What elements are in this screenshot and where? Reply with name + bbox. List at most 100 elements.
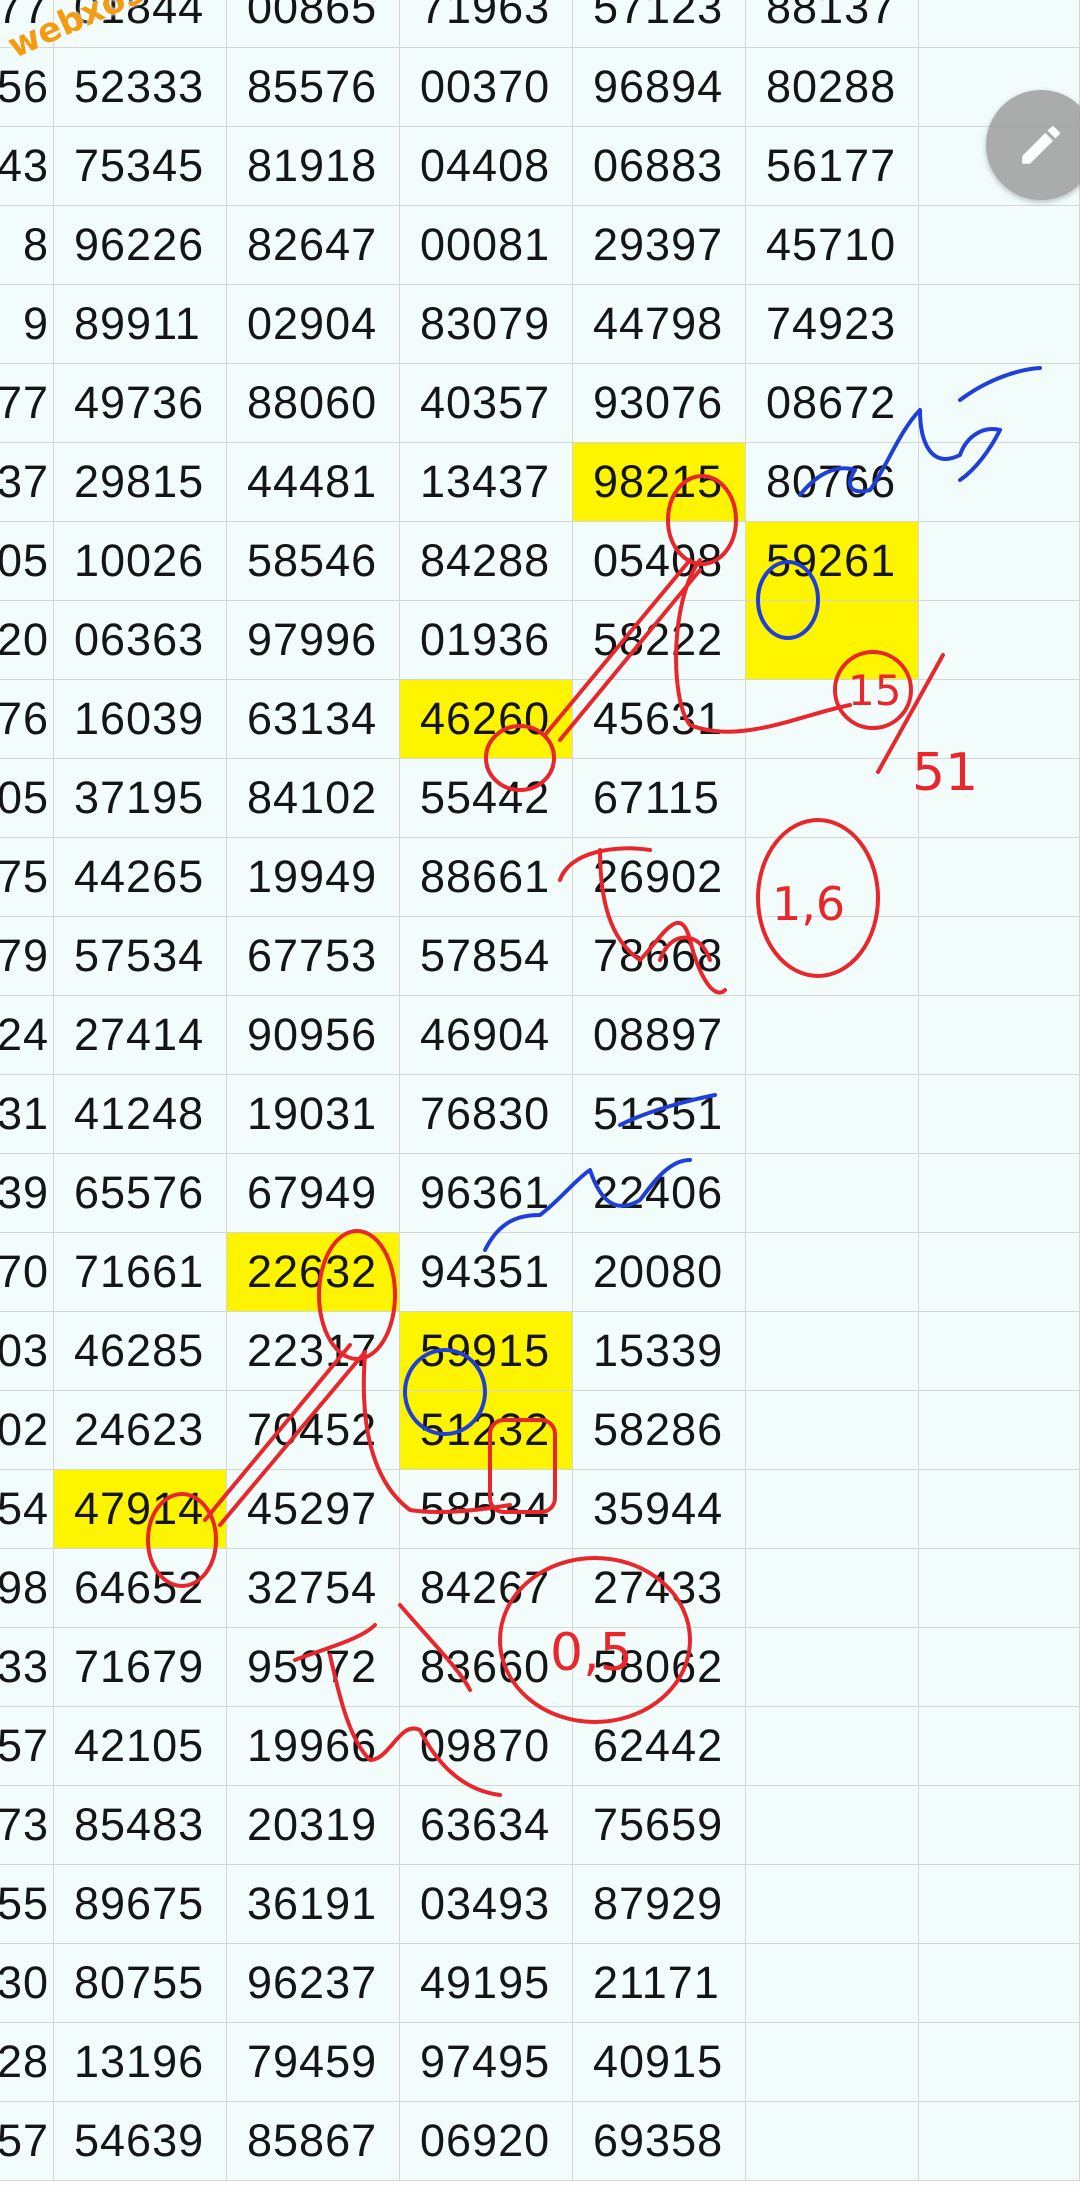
table-cell[interactable]: 22632 — [227, 1233, 400, 1312]
table-cell[interactable]: 27414 — [54, 996, 227, 1075]
table-cell[interactable] — [919, 1944, 1080, 2023]
table-cell[interactable]: 96361 — [400, 1154, 573, 1233]
table-cell[interactable]: 20 — [0, 601, 54, 680]
table-cell[interactable]: 02 — [0, 1391, 54, 1470]
table-cell[interactable] — [746, 1786, 919, 1865]
table-cell[interactable]: 95972 — [227, 1628, 400, 1707]
table-cell[interactable]: 70452 — [227, 1391, 400, 1470]
table-cell[interactable]: 57123 — [573, 0, 746, 48]
table-cell[interactable] — [919, 838, 1080, 917]
table-cell[interactable]: 58534 — [400, 1470, 573, 1549]
table-cell[interactable] — [746, 2102, 919, 2181]
table-cell[interactable]: 87929 — [573, 1865, 746, 1944]
table-cell[interactable]: 67115 — [573, 759, 746, 838]
table-cell[interactable]: 96894 — [573, 48, 746, 127]
table-cell[interactable]: 85867 — [227, 2102, 400, 2181]
table-cell[interactable]: 83660 — [400, 1628, 573, 1707]
table-cell[interactable]: 10026 — [54, 522, 227, 601]
table-cell[interactable]: 96226 — [54, 206, 227, 285]
table-cell[interactable]: 45710 — [746, 206, 919, 285]
table-cell[interactable] — [919, 996, 1080, 1075]
table-cell[interactable] — [919, 285, 1080, 364]
table-cell[interactable] — [919, 1075, 1080, 1154]
table-cell[interactable]: 54639 — [54, 2102, 227, 2181]
table-cell[interactable]: 83079 — [400, 285, 573, 364]
table-cell[interactable]: 06363 — [54, 601, 227, 680]
table-cell[interactable]: 57 — [0, 1707, 54, 1786]
table-cell[interactable]: 97495 — [400, 2023, 573, 2102]
table-cell[interactable]: 67753 — [227, 917, 400, 996]
table-cell[interactable]: 45297 — [227, 1470, 400, 1549]
table-cell[interactable] — [919, 1391, 1080, 1470]
table-cell[interactable] — [746, 1233, 919, 1312]
table-cell[interactable]: 58062 — [573, 1628, 746, 1707]
table-cell[interactable]: 90956 — [227, 996, 400, 1075]
table-cell[interactable] — [919, 522, 1080, 601]
table-cell[interactable] — [919, 1470, 1080, 1549]
table-cell[interactable] — [919, 759, 1080, 838]
table-cell[interactable]: 26902 — [573, 838, 746, 917]
table-cell[interactable]: 94351 — [400, 1233, 573, 1312]
table-cell[interactable] — [919, 1312, 1080, 1391]
table-cell[interactable] — [746, 1154, 919, 1233]
table-cell[interactable] — [919, 1786, 1080, 1865]
table-cell[interactable] — [919, 1865, 1080, 1944]
table-cell[interactable]: 46904 — [400, 996, 573, 1075]
table-cell[interactable]: 28 — [0, 2023, 54, 2102]
table-cell[interactable]: 77 — [0, 364, 54, 443]
table-cell[interactable]: 70 — [0, 1233, 54, 1312]
table-cell[interactable] — [746, 1944, 919, 2023]
table-cell[interactable]: 04408 — [400, 127, 573, 206]
table-cell[interactable] — [919, 206, 1080, 285]
table-cell[interactable]: 71661 — [54, 1233, 227, 1312]
table-cell[interactable]: 24623 — [54, 1391, 227, 1470]
table-cell[interactable] — [746, 1075, 919, 1154]
table-cell[interactable]: 45631 — [573, 680, 746, 759]
table-cell[interactable]: 74923 — [746, 285, 919, 364]
table-cell[interactable]: 49195 — [400, 1944, 573, 2023]
table-cell[interactable]: 33 — [0, 1628, 54, 1707]
table-cell[interactable] — [919, 2102, 1080, 2181]
table-cell[interactable]: 37 — [0, 443, 54, 522]
table-cell[interactable]: 37195 — [54, 759, 227, 838]
table-cell[interactable]: 36191 — [227, 1865, 400, 1944]
table-cell[interactable] — [746, 1470, 919, 1549]
table-cell[interactable] — [919, 1707, 1080, 1786]
table-cell[interactable]: 75659 — [573, 1786, 746, 1865]
table-cell[interactable] — [746, 838, 919, 917]
table-cell[interactable]: 84288 — [400, 522, 573, 601]
table-cell[interactable]: 76830 — [400, 1075, 573, 1154]
table-cell[interactable]: 19949 — [227, 838, 400, 917]
table-cell[interactable]: 00865 — [227, 0, 400, 48]
table-cell[interactable]: 44265 — [54, 838, 227, 917]
table-cell[interactable]: 35944 — [573, 1470, 746, 1549]
table-cell[interactable]: 96237 — [227, 1944, 400, 2023]
table-cell[interactable]: 79 — [0, 917, 54, 996]
table-cell[interactable]: 05 — [0, 759, 54, 838]
table-cell[interactable]: 02904 — [227, 285, 400, 364]
table-cell[interactable]: 05408 — [573, 522, 746, 601]
table-cell[interactable]: 24 — [0, 996, 54, 1075]
table-cell[interactable]: 59915 — [400, 1312, 573, 1391]
table-cell[interactable]: 03493 — [400, 1865, 573, 1944]
table-cell[interactable]: 93076 — [573, 364, 746, 443]
table-cell[interactable]: 51351 — [573, 1075, 746, 1154]
table-cell[interactable]: 63134 — [227, 680, 400, 759]
table-cell[interactable]: 63634 — [400, 1786, 573, 1865]
table-cell[interactable] — [746, 1865, 919, 1944]
table-cell[interactable]: 05 — [0, 522, 54, 601]
table-cell[interactable]: 85576 — [227, 48, 400, 127]
table-cell[interactable]: 20319 — [227, 1786, 400, 1865]
table-cell[interactable]: 21171 — [573, 1944, 746, 2023]
table-cell[interactable]: 03 — [0, 1312, 54, 1391]
table-cell[interactable]: 81918 — [227, 127, 400, 206]
table-cell[interactable]: 57854 — [400, 917, 573, 996]
table-cell[interactable]: 46285 — [54, 1312, 227, 1391]
table-cell[interactable]: 40915 — [573, 2023, 746, 2102]
table-cell[interactable]: 13196 — [54, 2023, 227, 2102]
table-cell[interactable]: 47914 — [54, 1470, 227, 1549]
table-cell[interactable]: 29397 — [573, 206, 746, 285]
table-cell[interactable] — [746, 1391, 919, 1470]
table-cell[interactable] — [746, 1628, 919, 1707]
table-cell[interactable] — [746, 1312, 919, 1391]
